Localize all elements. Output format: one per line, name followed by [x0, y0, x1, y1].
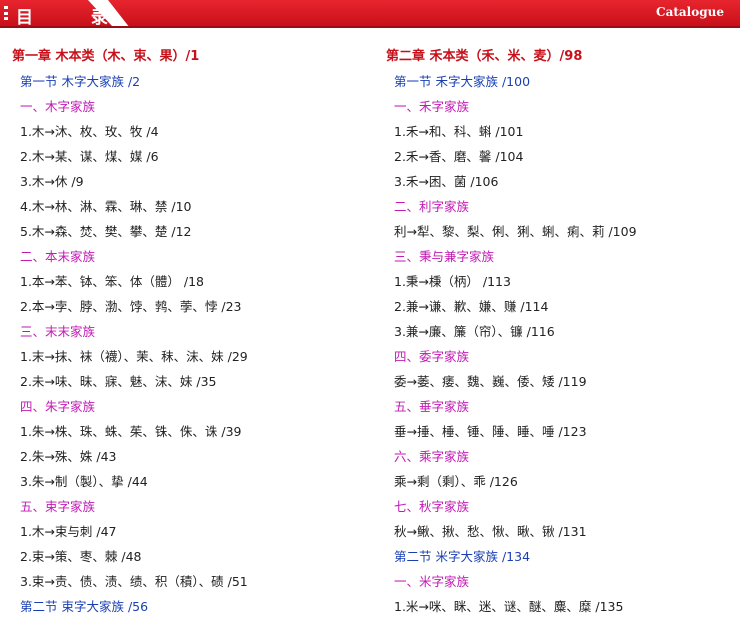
- toc-entry[interactable]: 1.朱→株、珠、蛛、茱、铢、侏、诛 /39: [12, 419, 367, 444]
- toc-left-column: 第一章 木本类（木、束、果）/1 第一节 木字大家族 /2 一、木字家族 1.木→沐、…: [12, 44, 367, 619]
- section-heading[interactable]: 第二节 米字大家族 /134: [386, 544, 740, 569]
- toc-entry[interactable]: 3.禾→困、菌 /106: [386, 169, 740, 194]
- toc-entry[interactable]: 3.朱→制（製）、挚 /44: [12, 469, 367, 494]
- section-heading[interactable]: 第一节 禾字大家族 /100: [386, 69, 740, 94]
- toc-entry[interactable]: 1.本→苯、钵、笨、体（體） /18: [12, 269, 367, 294]
- family-heading: 一、米字家族: [394, 574, 470, 589]
- section-heading[interactable]: 第一节 木字大家族 /2: [12, 69, 367, 94]
- toc-entry[interactable]: 3.兼→廉、簾（帘）、镰 /116: [386, 319, 740, 344]
- toc-right-column: 第二章 禾本类（禾、米、麦）/98 第一节 禾字大家族 /100 一、禾字家族 1.禾…: [386, 44, 740, 619]
- family-heading: 五、束字家族: [20, 499, 96, 514]
- toc-entry[interactable]: 1.末→抹、袜（襪）、茉、秣、沫、妹 /29: [12, 344, 367, 369]
- toc-entry[interactable]: 2.未→味、昧、寐、魅、沫、妹 /35: [12, 369, 367, 394]
- family-heading: 六、乘字家族: [394, 449, 470, 464]
- toc-entry[interactable]: 1.禾→和、科、蝌 /101: [386, 119, 740, 144]
- toc-entry[interactable]: 2.本→孛、脖、渤、饽、鹁、荸、悖 /23: [12, 294, 367, 319]
- family-heading: 五、垂字家族: [394, 399, 470, 414]
- toc-entry[interactable]: 1.木→沐、枚、玫、牧 /4: [12, 119, 367, 144]
- toc-entry[interactable]: 委→萎、痿、魏、巍、倭、矮 /119: [386, 369, 740, 394]
- family-heading: 二、本末家族: [20, 249, 96, 264]
- toc-entry[interactable]: 乘→剩（剩）、乖 /126: [386, 469, 740, 494]
- toc-entry[interactable]: 5.木→森、焚、樊、攀、楚 /12: [12, 219, 367, 244]
- toc-entry[interactable]: 3.束→责、债、渍、绩、积（積）、碛 /51: [12, 569, 367, 594]
- toc-entry[interactable]: 2.木→某、谋、煤、媒 /6: [12, 144, 367, 169]
- family-heading: 三、秉与兼字家族: [394, 249, 495, 264]
- catalogue-label: Catalogue: [656, 5, 724, 19]
- toc-entry[interactable]: 1.木→束与刺 /47: [12, 519, 367, 544]
- toc-entry[interactable]: 利→犁、黎、梨、俐、猁、蜊、痢、莉 /109: [386, 219, 740, 244]
- toc-entry[interactable]: 垂→捶、棰、锤、陲、睡、唾 /123: [386, 419, 740, 444]
- family-heading: 四、朱字家族: [20, 399, 96, 414]
- family-heading: 三、末末家族: [20, 324, 96, 339]
- menu-bars-icon: [4, 6, 8, 20]
- toc-entry[interactable]: 4.木→林、淋、霖、琳、禁 /10: [12, 194, 367, 219]
- family-heading: 一、禾字家族: [394, 99, 470, 114]
- toc-entry[interactable]: 3.木→休 /9: [12, 169, 367, 194]
- toc-entry[interactable]: 2.禾→香、磨、馨 /104: [386, 144, 740, 169]
- section-heading[interactable]: 第二节 束字大家族 /56: [12, 594, 367, 619]
- family-heading: 二、利字家族: [394, 199, 470, 214]
- toc-entry[interactable]: 2.束→策、枣、棘 /48: [12, 544, 367, 569]
- toc-entry[interactable]: 2.兼→谦、歉、嫌、赚 /114: [386, 294, 740, 319]
- family-heading: 四、委字家族: [394, 349, 470, 364]
- toc-entry[interactable]: 2.朱→殊、姝 /43: [12, 444, 367, 469]
- chapter-heading[interactable]: 第一章 木本类（木、束、果）/1: [12, 44, 367, 69]
- header-bar: 目 录 Catalogue: [0, 0, 740, 28]
- family-heading: 七、秋字家族: [394, 499, 470, 514]
- family-heading: 一、木字家族: [20, 99, 96, 114]
- toc-entry[interactable]: 秋→鳅、揪、愁、愀、瞅、锹 /131: [386, 519, 740, 544]
- toc-entry[interactable]: 1.秉→棅（柄） /113: [386, 269, 740, 294]
- toc-entry[interactable]: 1.米→咪、眯、迷、谜、醚、麋、糜 /135: [386, 594, 740, 619]
- page-title: 目 录: [16, 8, 134, 28]
- chapter-heading[interactable]: 第二章 禾本类（禾、米、麦）/98: [386, 44, 740, 69]
